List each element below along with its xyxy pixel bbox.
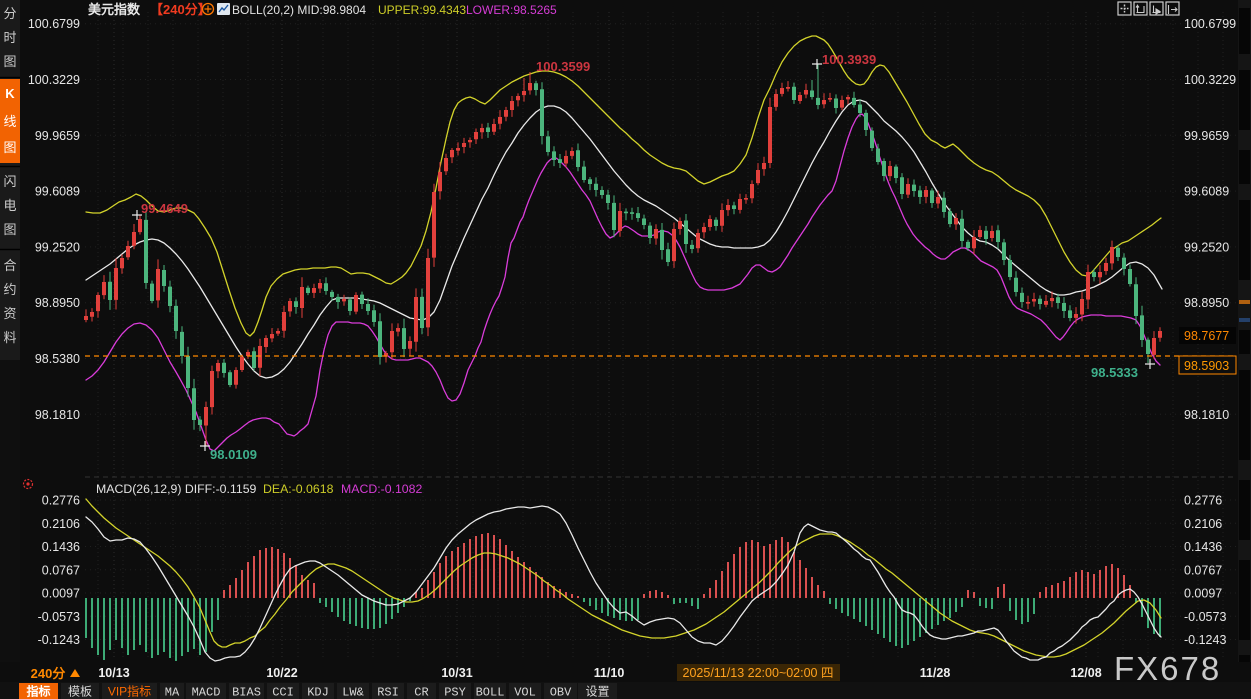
- svg-text:BOLL: BOLL: [476, 686, 505, 699]
- svg-text:合: 合: [3, 258, 16, 273]
- svg-text:100.3939: 100.3939: [822, 52, 876, 67]
- svg-text:指标: 指标: [26, 684, 50, 699]
- svg-text:0.2776: 0.2776: [1184, 494, 1222, 508]
- svg-text:LOWER:98.5265: LOWER:98.5265: [466, 3, 557, 17]
- svg-text:0.1436: 0.1436: [42, 540, 80, 554]
- svg-text:料: 料: [3, 330, 16, 345]
- svg-text:99.2520: 99.2520: [1184, 240, 1229, 254]
- svg-text:10/13: 10/13: [98, 666, 129, 680]
- svg-text:LW&: LW&: [342, 686, 364, 699]
- svg-text:11/10: 11/10: [594, 666, 625, 680]
- svg-text:资: 资: [3, 306, 16, 321]
- svg-text:美元指数: 美元指数: [88, 2, 141, 17]
- svg-text:MA: MA: [165, 686, 180, 699]
- svg-text:100.3229: 100.3229: [1184, 73, 1236, 87]
- svg-text:时: 时: [3, 30, 16, 45]
- svg-text:2025/11/13 22:00~02:00 四: 2025/11/13 22:00~02:00 四: [683, 666, 834, 680]
- svg-text:MACD: MACD: [192, 686, 221, 699]
- svg-text:10/31: 10/31: [441, 666, 472, 680]
- svg-text:99.6089: 99.6089: [1184, 185, 1229, 199]
- svg-text:0.2776: 0.2776: [42, 494, 80, 508]
- svg-text:99.2520: 99.2520: [35, 240, 80, 254]
- svg-text:100.3229: 100.3229: [28, 73, 80, 87]
- svg-text:KDJ: KDJ: [307, 686, 329, 699]
- svg-text:98.1810: 98.1810: [1184, 408, 1229, 422]
- svg-text:闪: 闪: [3, 174, 16, 189]
- svg-text:VIP指标: VIP指标: [108, 684, 151, 699]
- svg-text:-0.1243: -0.1243: [38, 633, 80, 647]
- svg-text:100.6799: 100.6799: [1184, 17, 1236, 31]
- svg-text:线: 线: [3, 114, 16, 129]
- svg-text:98.5380: 98.5380: [35, 352, 80, 366]
- svg-text:模板: 模板: [68, 685, 92, 699]
- svg-text:CCI: CCI: [272, 686, 294, 699]
- svg-text:0.1436: 0.1436: [1184, 540, 1222, 554]
- svg-text:-0.0573: -0.0573: [38, 610, 80, 624]
- svg-text:98.0109: 98.0109: [210, 447, 257, 462]
- svg-text:240分: 240分: [31, 666, 66, 681]
- svg-text:100.3599: 100.3599: [536, 59, 590, 74]
- svg-text:99.9659: 99.9659: [1184, 129, 1229, 143]
- svg-text:11/28: 11/28: [920, 666, 951, 680]
- svg-text:98.5333: 98.5333: [1091, 365, 1138, 380]
- svg-text:99.6089: 99.6089: [35, 185, 80, 199]
- svg-text:0.0767: 0.0767: [1184, 563, 1222, 577]
- svg-text:FX678: FX678: [1114, 650, 1221, 687]
- svg-text:10/22: 10/22: [266, 666, 297, 680]
- svg-text:98.5903: 98.5903: [1184, 359, 1229, 373]
- svg-text:设置: 设置: [585, 685, 609, 699]
- svg-text:98.7677: 98.7677: [1184, 329, 1229, 343]
- svg-text:约: 约: [3, 282, 16, 297]
- svg-text:VOL: VOL: [514, 686, 536, 699]
- svg-text:电: 电: [3, 198, 16, 213]
- svg-text:K: K: [5, 86, 15, 101]
- svg-text:MACD:-0.1082: MACD:-0.1082: [341, 482, 422, 496]
- svg-text:MACD(26,12,9) DIFF:-0.1159: MACD(26,12,9) DIFF:-0.1159: [96, 482, 257, 496]
- svg-text:PSY: PSY: [444, 686, 466, 699]
- svg-text:OBV: OBV: [550, 686, 572, 699]
- svg-text:0.2106: 0.2106: [42, 517, 80, 531]
- svg-text:【240分】: 【240分】: [150, 2, 211, 17]
- svg-text:分: 分: [3, 6, 16, 21]
- svg-text:CR: CR: [414, 686, 428, 699]
- svg-text:DEA:-0.0618: DEA:-0.0618: [263, 482, 334, 496]
- svg-text:-0.1243: -0.1243: [1184, 633, 1226, 647]
- svg-text:98.1810: 98.1810: [35, 408, 80, 422]
- svg-text:99.9659: 99.9659: [35, 129, 80, 143]
- svg-text:98.8950: 98.8950: [1184, 296, 1229, 310]
- svg-text:图: 图: [3, 54, 16, 69]
- svg-text:图: 图: [3, 222, 16, 237]
- svg-text:图: 图: [3, 140, 16, 155]
- svg-text:0.0097: 0.0097: [1184, 587, 1222, 601]
- svg-text:0.2106: 0.2106: [1184, 517, 1222, 531]
- svg-text:-0.0573: -0.0573: [1184, 610, 1226, 624]
- svg-text:99.4649: 99.4649: [141, 201, 188, 216]
- svg-text:98.8950: 98.8950: [35, 296, 80, 310]
- svg-text:12/08: 12/08: [1070, 666, 1101, 680]
- svg-text:0.0097: 0.0097: [42, 587, 80, 601]
- svg-text:BOLL(20,2) MID:98.9804: BOLL(20,2) MID:98.9804: [232, 3, 366, 17]
- svg-text:RSI: RSI: [377, 686, 399, 699]
- svg-text:UPPER:99.4343: UPPER:99.4343: [378, 3, 466, 17]
- svg-text:BIAS: BIAS: [232, 686, 261, 699]
- svg-text:100.6799: 100.6799: [28, 17, 80, 31]
- svg-text:0.0767: 0.0767: [42, 563, 80, 577]
